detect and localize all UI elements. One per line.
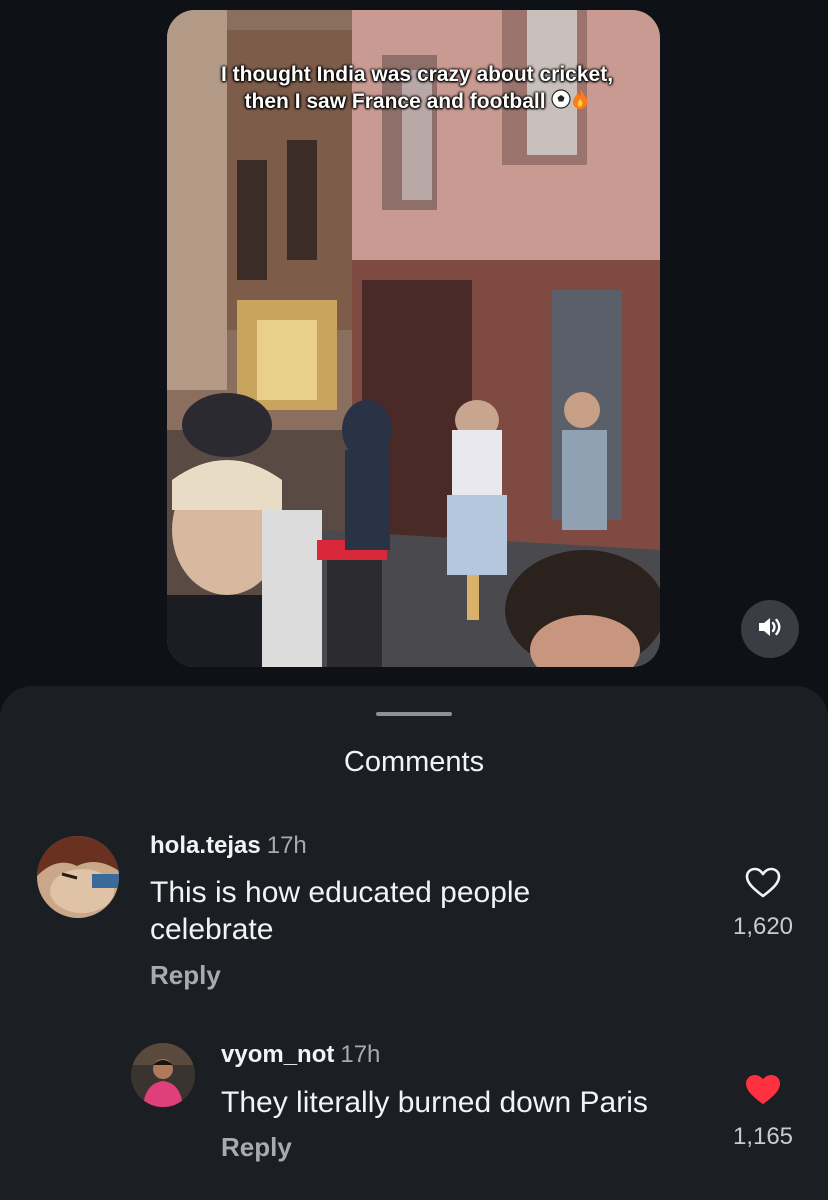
comment-text: This is how educated people celebrate	[150, 874, 530, 948]
reply-username[interactable]: vyom_not 17h	[221, 1041, 380, 1069]
fire-icon	[571, 88, 589, 117]
comment-username[interactable]: hola.tejas 17h	[150, 832, 307, 860]
drag-handle[interactable]	[376, 712, 452, 716]
sheet-title: Comments	[343, 746, 485, 778]
comment-text-line: celebrate	[150, 913, 274, 946]
username-text[interactable]: vyom_not	[221, 1041, 334, 1068]
comment-text-line: This is how educated people	[150, 876, 531, 909]
video-caption: I thought India was crazy about cricket,…	[207, 62, 627, 117]
avatar[interactable]	[37, 836, 119, 918]
heart-outline-icon[interactable]	[745, 867, 781, 904]
heart-filled-icon[interactable]	[745, 1074, 781, 1111]
reply-button[interactable]: Reply	[221, 1132, 292, 1163]
username-text[interactable]: hola.tejas	[150, 832, 261, 859]
reply-text: They literally burned down Paris	[221, 1086, 648, 1119]
avatar[interactable]	[131, 1043, 195, 1107]
reply-time: 17h	[340, 1041, 381, 1068]
like-count: 1,165	[732, 1123, 794, 1150]
mute-button[interactable]	[741, 600, 799, 658]
comment-time: 17h	[266, 832, 307, 859]
comments-sheet: Comments hola.tejas 17h This is how educa…	[0, 686, 828, 1200]
like-count: 1,620	[732, 913, 794, 940]
speaker-icon	[757, 616, 783, 643]
video-player[interactable]: I thought India was crazy about cricket,…	[167, 10, 660, 667]
soccer-ball-icon	[551, 89, 572, 116]
reply-button[interactable]: Reply	[150, 960, 221, 991]
